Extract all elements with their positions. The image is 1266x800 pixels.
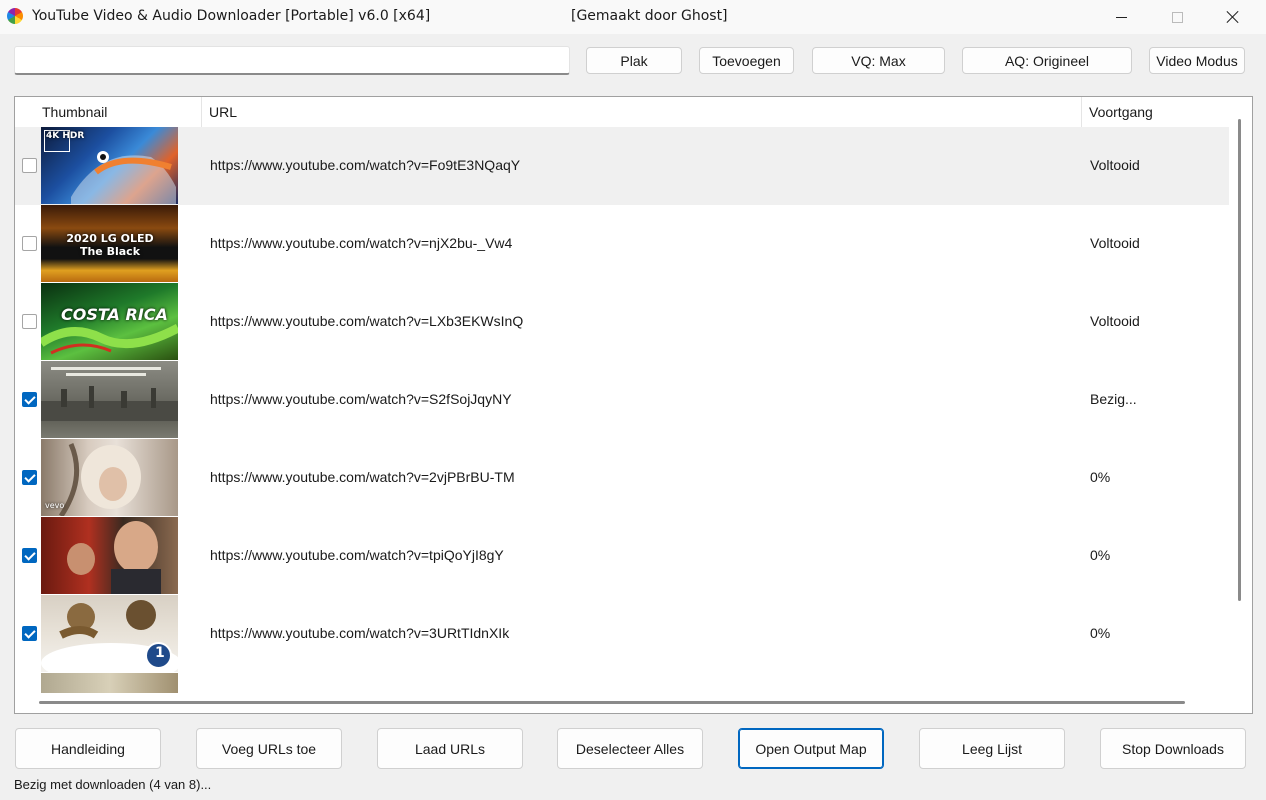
row-progress: 0%: [1090, 469, 1111, 485]
vertical-scrollbar[interactable]: [1238, 119, 1241, 601]
row-checkbox[interactable]: [22, 158, 37, 173]
video-thumbnail: 1: [41, 595, 178, 672]
video-thumbnail: [41, 361, 178, 438]
row-progress: Voltooid: [1090, 157, 1140, 173]
horizontal-scrollbar[interactable]: [39, 701, 1185, 704]
url-input[interactable]: [14, 46, 570, 75]
manual-button[interactable]: Handleiding: [15, 728, 161, 769]
thumbnail-caption: 1: [155, 645, 165, 661]
stop-downloads-button[interactable]: Stop Downloads: [1100, 728, 1246, 769]
row-progress: Voltooid: [1090, 235, 1140, 251]
window-title: YouTube Video & Audio Downloader [Portab…: [32, 8, 431, 24]
minimize-icon: [1115, 16, 1127, 18]
thumbnail-caption: 4K HDR: [46, 131, 85, 141]
list-item[interactable]: [15, 673, 1229, 693]
row-url: https://www.youtube.com/watch?v=2vjPBrBU…: [210, 469, 515, 485]
row-url: https://www.youtube.com/watch?v=3URtTIdn…: [210, 625, 510, 641]
thumbnail-caption: COSTA RICA: [61, 305, 168, 324]
list-header: Thumbnail URL Voortgang: [15, 97, 1229, 127]
list-item[interactable]: 1 https://www.youtube.com/watch?v=3URtTI…: [15, 595, 1229, 673]
maximize-icon: [1171, 11, 1183, 23]
row-checkbox[interactable]: [22, 470, 37, 485]
status-bar-text: Bezig met downloaden (4 van 8)...: [14, 777, 212, 792]
video-thumbnail: [41, 517, 178, 594]
add-button[interactable]: Toevoegen: [699, 47, 794, 74]
row-progress: Bezig...: [1090, 391, 1137, 407]
row-url: https://www.youtube.com/watch?v=njX2bu-_…: [210, 235, 513, 251]
download-list[interactable]: Thumbnail URL Voortgang 4K HDR https://w…: [14, 96, 1253, 714]
video-thumbnail: COSTA RICA: [41, 283, 178, 360]
close-icon: [1226, 10, 1240, 24]
list-item[interactable]: 2020 LG OLED The Black https://www.youtu…: [15, 205, 1229, 283]
app-icon: [7, 8, 23, 24]
paste-button[interactable]: Plak: [586, 47, 682, 74]
clear-list-button[interactable]: Leeg Lijst: [919, 728, 1065, 769]
row-checkbox[interactable]: [22, 626, 37, 641]
close-button[interactable]: [1210, 0, 1256, 34]
row-progress: 0%: [1090, 625, 1111, 641]
deselect-all-button[interactable]: Deselecteer Alles: [557, 728, 703, 769]
list-item[interactable]: 4K HDR https://www.youtube.com/watch?v=F…: [15, 127, 1229, 205]
row-checkbox[interactable]: [22, 314, 37, 329]
row-checkbox[interactable]: [22, 236, 37, 251]
video-thumbnail: [41, 673, 178, 693]
list-item[interactable]: vevo https://www.youtube.com/watch?v=2vj…: [15, 439, 1229, 517]
list-item[interactable]: https://www.youtube.com/watch?v=S2fSojJq…: [15, 361, 1229, 439]
video-thumbnail: 2020 LG OLED The Black: [41, 205, 178, 282]
row-checkbox[interactable]: [22, 548, 37, 563]
video-thumbnail: vevo: [41, 439, 178, 516]
open-output-folder-button[interactable]: Open Output Map: [738, 728, 884, 769]
title-bar: YouTube Video & Audio Downloader [Portab…: [0, 0, 1266, 34]
add-urls-button[interactable]: Voeg URLs toe: [196, 728, 342, 769]
row-progress: Voltooid: [1090, 313, 1140, 329]
video-mode-button[interactable]: Video Modus: [1149, 47, 1245, 74]
minimize-button[interactable]: [1098, 0, 1144, 34]
column-header-url[interactable]: URL: [202, 97, 1082, 127]
row-url: https://www.youtube.com/watch?v=LXb3EKWs…: [210, 313, 524, 329]
window-credit: [Gemaakt door Ghost]: [571, 8, 728, 24]
load-urls-button[interactable]: Laad URLs: [377, 728, 523, 769]
row-url: https://www.youtube.com/watch?v=Fo9tE3NQ…: [210, 157, 521, 173]
video-thumbnail: 4K HDR: [41, 127, 178, 204]
thumbnail-caption: vevo: [45, 501, 65, 510]
video-quality-button[interactable]: VQ: Max: [812, 47, 945, 74]
row-url: https://www.youtube.com/watch?v=tpiQoYjI…: [210, 547, 504, 563]
audio-quality-button[interactable]: AQ: Origineel: [962, 47, 1132, 74]
thumbnail-caption: 2020 LG OLED The Black: [66, 232, 154, 258]
maximize-button: [1154, 0, 1200, 34]
row-progress: 0%: [1090, 547, 1111, 563]
column-header-progress[interactable]: Voortgang: [1082, 97, 1229, 127]
list-item[interactable]: COSTA RICA https://www.youtube.com/watch…: [15, 283, 1229, 361]
column-header-thumbnail[interactable]: Thumbnail: [35, 97, 202, 127]
list-item[interactable]: https://www.youtube.com/watch?v=tpiQoYjI…: [15, 517, 1229, 595]
row-checkbox[interactable]: [22, 392, 37, 407]
row-url: https://www.youtube.com/watch?v=S2fSojJq…: [210, 391, 512, 407]
